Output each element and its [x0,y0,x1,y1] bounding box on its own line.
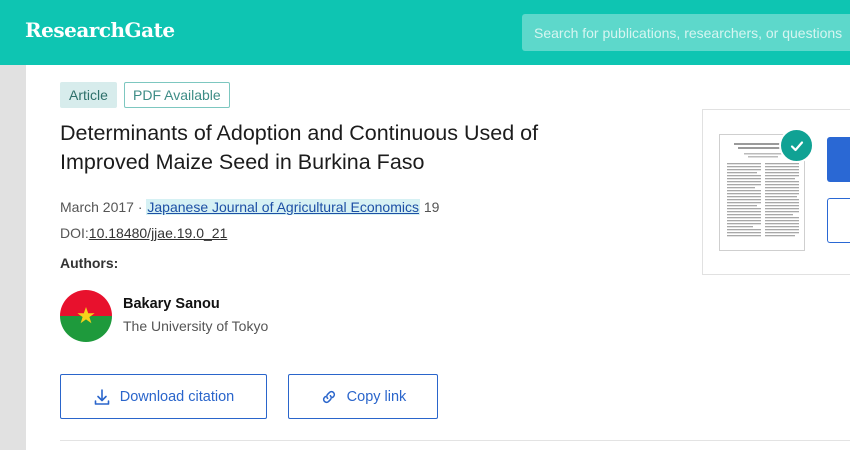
left-margin [0,65,26,450]
author-name[interactable]: Bakary Sanou [123,296,220,312]
researchgate-logo[interactable]: ResearchGate [25,18,175,42]
download-citation-label: Download citation [119,388,235,405]
authors-heading: Authors: [60,255,119,271]
copy-link-label: Copy link [346,388,407,405]
copy-link-button[interactable]: Copy link [288,374,438,419]
download-icon [93,388,111,406]
primary-action-button[interactable] [827,137,850,182]
doi-line: DOI:10.18480/jjae.19.0_21 [60,225,227,241]
article-type-badge: Article [60,82,117,108]
section-divider [60,440,850,441]
meta-separator: · [137,199,143,215]
journal-link[interactable]: Japanese Journal of Agricultural Economi… [146,199,420,215]
pdf-available-badge: PDF Available [124,82,230,108]
author-institution[interactable]: The University of Tokyo [123,318,268,334]
pdf-preview-card [702,109,850,275]
doi-label: DOI: [60,225,89,241]
search-box[interactable] [522,14,850,51]
publication-title: Determinants of Adoption and Continuous … [60,121,539,174]
publication-meta: March 2017 · Japanese Journal of Agricul… [60,199,439,215]
publication-main-content: Article PDF Available Determinants of Ad… [26,65,850,450]
burkina-faso-flag-icon[interactable] [60,290,112,342]
search-input[interactable] [522,14,850,51]
secondary-action-button[interactable] [827,198,850,243]
publication-date: March 2017 [60,199,134,215]
checkmark-icon [779,128,814,163]
link-icon [320,388,338,406]
journal-volume: 19 [423,199,440,215]
top-navigation-bar: ResearchGate [0,0,850,65]
download-citation-button[interactable]: Download citation [60,374,267,419]
doi-link[interactable]: 10.18480/jjae.19.0_21 [89,225,228,241]
